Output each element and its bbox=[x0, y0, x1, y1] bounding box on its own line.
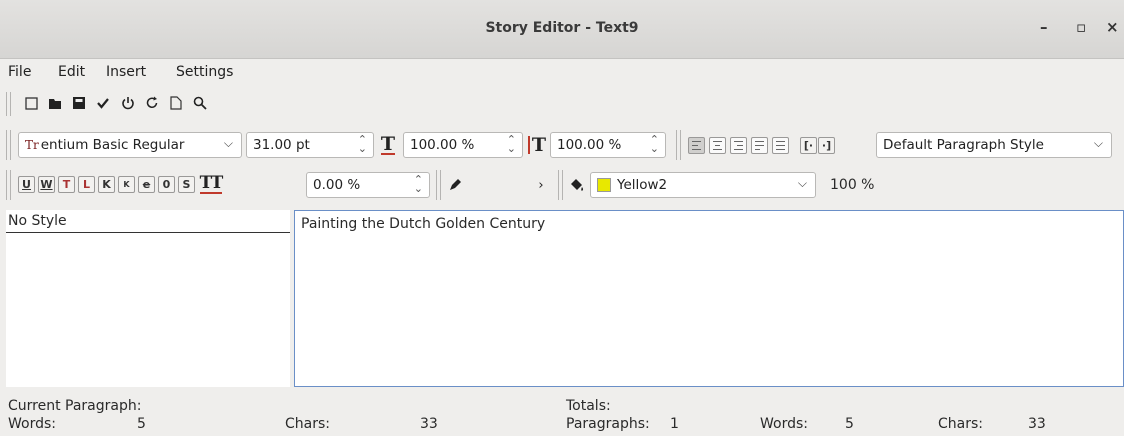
total-words-count: 5 bbox=[845, 416, 854, 432]
save-icon[interactable] bbox=[68, 92, 90, 114]
font-size-input[interactable]: 31.00 pt ⌃ ⌄ bbox=[246, 132, 374, 158]
style-list-header[interactable]: No Style bbox=[6, 210, 290, 233]
maximize-button[interactable]: ▫ bbox=[1076, 18, 1086, 36]
chars-count: 33 bbox=[420, 416, 438, 432]
scale-width-icon: T bbox=[380, 133, 396, 155]
words-count: 5 bbox=[137, 416, 146, 432]
pen-stroke-icon bbox=[444, 174, 466, 196]
toolbar-grip[interactable] bbox=[6, 92, 11, 116]
tracking-icon: TT bbox=[199, 172, 223, 194]
chars-label: Chars: bbox=[285, 416, 330, 432]
menu-bar: File Edit Insert Settings bbox=[0, 61, 1124, 85]
indent-increase-icon[interactable]: ·] bbox=[818, 137, 835, 154]
toolbar-grip[interactable] bbox=[6, 130, 11, 160]
align-right-icon[interactable] bbox=[730, 137, 747, 154]
total-chars-label: Chars: bbox=[938, 416, 983, 432]
shade-value: 100 % bbox=[830, 177, 875, 193]
editor-text[interactable]: Painting the Dutch Golden Century bbox=[301, 216, 545, 232]
align-justify-icon[interactable] bbox=[751, 137, 768, 154]
paragraph-style-select[interactable]: Default Paragraph Style ⌵ bbox=[876, 132, 1112, 158]
paragraph-style-list[interactable]: No Style bbox=[6, 210, 290, 387]
menu-insert[interactable]: Insert bbox=[106, 64, 146, 80]
paragraph-style-value: Default Paragraph Style bbox=[883, 137, 1044, 153]
underline-button[interactable]: U bbox=[18, 176, 35, 193]
indent-decrease-icon[interactable]: [· bbox=[800, 137, 817, 154]
font-toolbar: Tr entium Basic Regular ⌵ 31.00 pt ⌃ ⌄ T … bbox=[0, 130, 1124, 160]
spinner-icon[interactable]: ⌃ ⌄ bbox=[507, 134, 516, 154]
outline-button[interactable]: 0 bbox=[158, 176, 175, 193]
spinner-icon[interactable]: ⌃ ⌄ bbox=[414, 174, 423, 194]
title-bar: Story Editor - Text9 – ▫ × bbox=[0, 0, 1124, 59]
spinner-icon[interactable]: ⌃ ⌄ bbox=[358, 134, 367, 154]
color-swatch bbox=[597, 178, 611, 192]
text-editor[interactable]: Painting the Dutch Golden Century bbox=[294, 210, 1124, 387]
menu-file[interactable]: File bbox=[8, 64, 31, 80]
font-family-value: entium Basic Regular bbox=[40, 137, 185, 153]
align-force-justify-icon[interactable] bbox=[772, 137, 789, 154]
fill-color-value: Yellow2 bbox=[617, 177, 668, 193]
open-folder-icon[interactable] bbox=[44, 92, 66, 114]
checkmark-icon[interactable] bbox=[92, 92, 114, 114]
chevron-right-icon[interactable]: › bbox=[530, 174, 552, 196]
toolbar-grip[interactable] bbox=[6, 170, 11, 200]
chevron-down-icon: ⌵ bbox=[1093, 136, 1103, 150]
spinner-icon[interactable]: ⌃ ⌄ bbox=[650, 134, 659, 154]
paragraphs-label: Paragraphs: bbox=[566, 416, 650, 432]
fill-color-select[interactable]: Yellow2 ⌵ bbox=[590, 172, 816, 198]
current-paragraph-label: Current Paragraph: bbox=[8, 398, 142, 414]
toolbar-grip[interactable] bbox=[558, 170, 563, 200]
align-left-icon[interactable] bbox=[688, 137, 705, 154]
fill-bucket-icon bbox=[566, 174, 588, 196]
subscript-button[interactable]: T bbox=[58, 176, 75, 193]
scale-width-value: 100.00 % bbox=[410, 137, 475, 153]
superscript-button[interactable]: L bbox=[78, 176, 95, 193]
total-words-label: Words: bbox=[760, 416, 808, 432]
font-size-value: 31.00 pt bbox=[253, 137, 310, 153]
scale-height-value: 100.00 % bbox=[557, 137, 622, 153]
search-icon[interactable] bbox=[189, 92, 211, 114]
chevron-down-icon: ⌵ bbox=[223, 136, 233, 150]
shadow-button[interactable]: S bbox=[178, 176, 195, 193]
font-family-select[interactable]: Tr entium Basic Regular ⌵ bbox=[18, 132, 242, 158]
toolbar-grip[interactable] bbox=[436, 170, 441, 200]
blank-page-icon[interactable] bbox=[165, 92, 187, 114]
scale-height-icon: T bbox=[525, 134, 549, 156]
scale-height-input[interactable]: 100.00 % ⌃ ⌄ bbox=[550, 132, 666, 158]
font-type-icon: Tr bbox=[25, 138, 39, 152]
total-chars-count: 33 bbox=[1028, 416, 1046, 432]
reload-icon[interactable] bbox=[141, 92, 163, 114]
tracking-input[interactable]: 0.00 % ⌃ ⌄ bbox=[306, 172, 430, 198]
paragraphs-count: 1 bbox=[670, 416, 679, 432]
menu-edit[interactable]: Edit bbox=[58, 64, 85, 80]
words-label: Words: bbox=[8, 416, 56, 432]
align-center-icon[interactable] bbox=[709, 137, 726, 154]
tracking-value: 0.00 % bbox=[313, 177, 361, 193]
chevron-down-icon: ⌵ bbox=[797, 176, 807, 190]
strikethrough-button[interactable]: e bbox=[138, 176, 155, 193]
toolbar-grip[interactable] bbox=[676, 130, 681, 160]
character-toolbar: U W T L K K e 0 S TT 0.00 % ⌃ ⌄ › Yellow2… bbox=[0, 170, 1124, 200]
new-document-icon[interactable] bbox=[20, 92, 42, 114]
file-toolbar bbox=[0, 92, 1124, 116]
minimize-button[interactable]: – bbox=[1040, 18, 1048, 36]
small-caps-button[interactable]: K bbox=[118, 176, 135, 193]
window-title: Story Editor - Text9 bbox=[485, 20, 639, 36]
power-icon[interactable] bbox=[117, 92, 139, 114]
close-button[interactable]: × bbox=[1106, 18, 1119, 36]
totals-label: Totals: bbox=[566, 398, 611, 414]
scale-width-input[interactable]: 100.00 % ⌃ ⌄ bbox=[403, 132, 523, 158]
underline-words-button[interactable]: W bbox=[38, 176, 55, 193]
all-caps-button[interactable]: K bbox=[98, 176, 115, 193]
menu-settings[interactable]: Settings bbox=[176, 64, 233, 80]
